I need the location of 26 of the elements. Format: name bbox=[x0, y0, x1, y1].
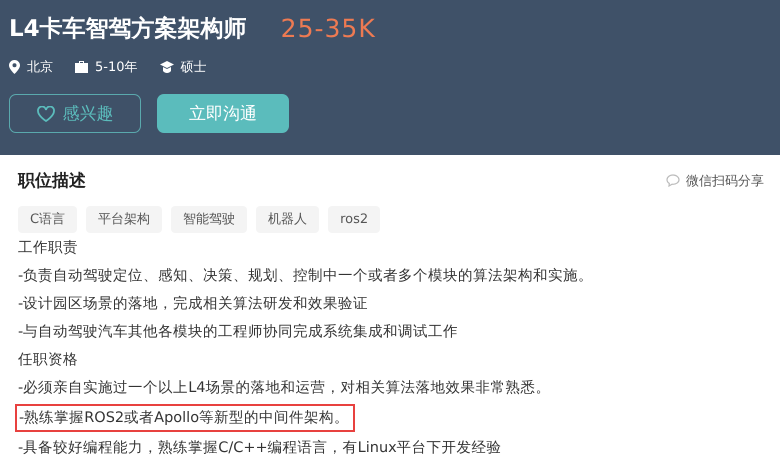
salary: 25-35K bbox=[280, 14, 376, 42]
skill-tag: 平台架构 bbox=[86, 206, 162, 233]
description-line: -设计园区场景的落地，完成相关算法研发和效果验证 bbox=[18, 294, 370, 314]
skill-tag: ros2 bbox=[328, 206, 380, 233]
skill-tag: C语言 bbox=[18, 206, 78, 233]
heart-icon bbox=[36, 106, 54, 122]
skill-tag: 机器人 bbox=[256, 206, 320, 233]
briefcase-icon bbox=[75, 61, 88, 73]
chat-bubble-icon bbox=[666, 174, 680, 187]
interest-button[interactable]: 感兴趣 bbox=[9, 94, 141, 133]
share-link[interactable]: 微信扫码分享 bbox=[666, 172, 764, 190]
chat-button[interactable]: 立即沟通 bbox=[157, 94, 289, 133]
description-line: -负责自动驾驶定位、感知、决策、规划、控制中一个或者多个模块的算法架构和实施。 bbox=[18, 266, 594, 286]
experience-text: 5-10年 bbox=[95, 59, 138, 76]
section-heading: 职位描述 bbox=[18, 170, 86, 192]
location-text: 北京 bbox=[27, 59, 53, 76]
skill-tag: 智能驾驶 bbox=[171, 206, 248, 233]
description-line: -具备较好编程能力，熟练掌握C/C++编程语言，有Linux平台下开发经验 bbox=[18, 438, 503, 458]
description-line: 任职资格 bbox=[18, 351, 79, 370]
description-line: 工作职责 bbox=[18, 239, 79, 258]
description-line: -与自动驾驶汽车其他各模块的工程师协同完成系统集成和调试工作 bbox=[18, 322, 460, 342]
location-pin-icon bbox=[9, 60, 20, 74]
graduation-cap-icon bbox=[160, 61, 174, 73]
degree-text: 硕士 bbox=[180, 59, 207, 76]
description-line: -必须亲自实施过一个以上L4场景的落地和运营，对相关算法落地效果非常熟悉。 bbox=[18, 378, 552, 398]
job-title: L4卡车智驾方案架构师 bbox=[9, 14, 247, 44]
